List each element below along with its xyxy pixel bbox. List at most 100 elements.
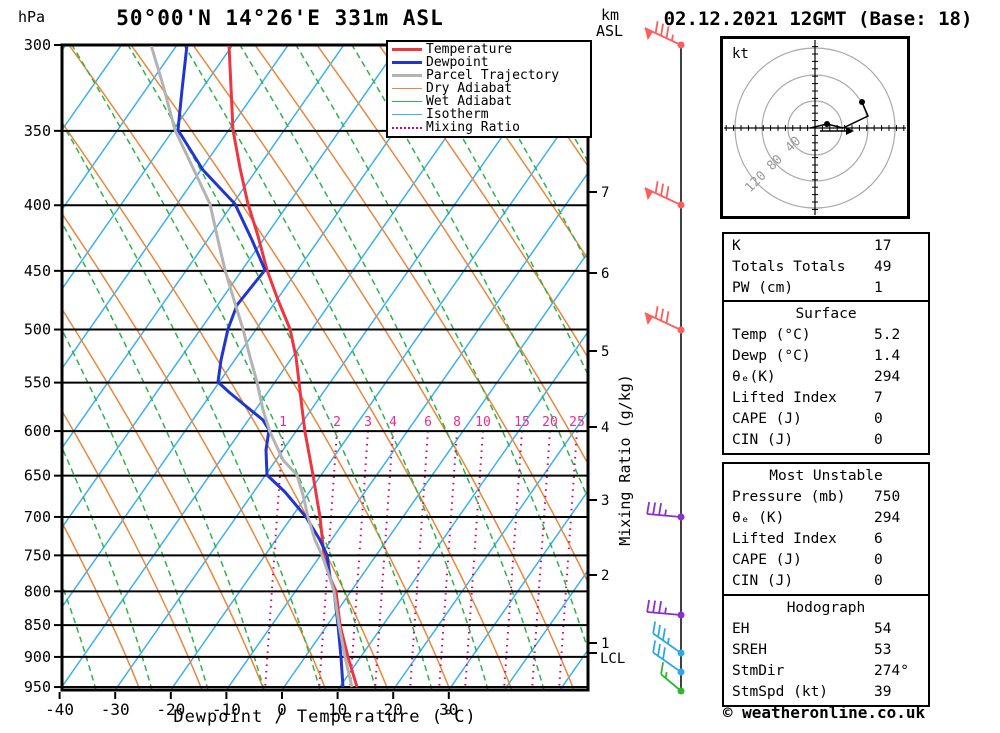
mixing-ratio-value-label: 25 [569, 415, 585, 430]
skewt-diagram: 1 2 3 4 6 8 10 15 20 2530035040045050055060065070… [24, 21, 685, 719]
pressure-tick-label: 550 [24, 374, 51, 392]
table-row-value: 5.2 [874, 327, 901, 343]
mixing-ratio-value-label: 3 [364, 415, 372, 430]
copyright-text: © weatheronline.co.uk [722, 703, 926, 722]
table-row-value: 53 [874, 642, 892, 658]
table-row-value: 0 [874, 411, 883, 427]
table-row-value: 274° [874, 663, 909, 679]
info-table: Most Unstable Pressure (mb) 750 θₑ (K) 294 Li… [722, 462, 930, 596]
wind-barb-column [644, 21, 685, 695]
table-row: StmDir 274° [724, 661, 928, 682]
wind-barb [644, 181, 685, 209]
legend-box: Temperature Dewpoint Parcel Trajectory Dry … [386, 40, 592, 138]
pressure-tick-label: 800 [24, 582, 51, 600]
legend-line-swatch [392, 61, 422, 64]
legend-item: Mixing Ratio [388, 121, 590, 134]
mixing-ratio-value-label: 20 [542, 415, 558, 430]
altitude-tick-label: 1 [601, 636, 609, 652]
table-row-value: 0 [874, 573, 883, 589]
table-row: SREH 53 [724, 640, 928, 661]
mixing-ratio-value-label: 10 [475, 415, 491, 430]
table-row-value: 294 [874, 369, 901, 385]
mixing-ratio-value-label: 6 [424, 415, 432, 430]
table-row-label: θₑ (K) [732, 510, 785, 526]
legend-line-swatch [392, 126, 422, 129]
wind-barb [644, 306, 685, 334]
table-row: θₑ(K) 294 [724, 367, 928, 388]
pressure-tick-label: 900 [24, 648, 51, 666]
pressure-tick-label: 350 [24, 122, 51, 140]
table-row-label: Lifted Index [732, 390, 837, 406]
pressure-tick-label: 450 [24, 262, 51, 280]
table-title: Most Unstable [769, 468, 883, 484]
info-table: Hodograph EH 54 SREH 53 StmDir 274° StmSpd (kt)… [722, 594, 930, 707]
table-row-label: StmDir [732, 663, 785, 679]
mixing-ratio-value-label: 8 [453, 415, 461, 430]
table-row-value: 7 [874, 390, 883, 406]
pressure-tick-label: 600 [24, 422, 51, 440]
legend-line-swatch [392, 48, 422, 51]
mixing-ratio-axis-label: Mixing Ratio (g/kg) [616, 374, 634, 546]
altitude-tick-label: 2 [601, 568, 609, 584]
table-title: Hodograph [786, 600, 866, 616]
table-row: Dewp (°C) 1.4 [724, 346, 928, 367]
altitude-tick-label: 5 [601, 344, 609, 360]
info-table: K 17 Totals Totals 49 PW (cm) 1 [722, 232, 930, 303]
table-row: EH 54 [724, 619, 928, 640]
altitude-tick-label: 4 [601, 420, 609, 436]
pressure-tick-label: 950 [24, 678, 51, 696]
pressure-tick-label: 500 [24, 321, 51, 339]
table-row-value: 6 [874, 531, 883, 547]
pressure-tick-label: 700 [24, 508, 51, 526]
table-row-label: EH [732, 621, 750, 637]
legend-line-swatch [392, 74, 422, 77]
hodograph-plot: 4080120kt [720, 36, 910, 219]
altitude-tick-label: 3 [601, 493, 609, 509]
table-row: Pressure (mb) 750 [724, 487, 928, 508]
table-row-value: 17 [874, 238, 892, 254]
table-row-value: 39 [874, 684, 892, 700]
pressure-tick-label: 750 [24, 546, 51, 564]
table-row: StmSpd (kt) 39 [724, 682, 928, 703]
mixing-ratio-lines: 1 2 3 4 6 8 10 15 20 25 [264, 415, 585, 689]
table-row-value: 0 [874, 432, 883, 448]
pressure-tick-label: 650 [24, 467, 51, 485]
legend-item: Wet Adiabat [388, 95, 590, 108]
wind-barb [644, 21, 685, 49]
table-row-label: Pressure (mb) [732, 489, 846, 505]
mixing-ratio-value-label: 1 [279, 415, 287, 430]
info-table: Surface Temp (°C) 5.2 Dewp (°C) 1.4 θₑ(K) 294 L… [722, 300, 930, 455]
legend-item: Temperature [388, 43, 590, 56]
pressure-tick-label: 850 [24, 616, 51, 634]
table-row-label: K [732, 238, 741, 254]
table-row-label: CAPE (J) [732, 411, 802, 427]
table-row-label: CIN (J) [732, 432, 794, 448]
table-row: CIN (J) 0 [724, 430, 928, 451]
table-row-value: 1 [874, 280, 883, 296]
table-row-value: 54 [874, 621, 892, 637]
table-row: CIN (J) 0 [724, 571, 928, 592]
altitude-tick-label: 7 [601, 185, 609, 201]
table-row: Temp (°C) 5.2 [724, 325, 928, 346]
table-row-label: Totals Totals [732, 259, 846, 275]
legend-line-swatch [392, 88, 422, 89]
altitude-tick-label: 6 [601, 266, 609, 282]
legend-line-swatch [392, 101, 422, 102]
table-row-value: 750 [874, 489, 901, 505]
table-title: Surface [795, 306, 857, 322]
wind-barb [646, 599, 685, 619]
wind-barb [652, 621, 685, 657]
table-row-label: StmSpd (kt) [732, 684, 829, 700]
legend-item-label: Mixing Ratio [426, 120, 520, 135]
table-row: θₑ (K) 294 [724, 508, 928, 529]
wind-barb [646, 501, 685, 521]
mixing-ratio-value-label: 4 [389, 415, 397, 430]
table-row-label: CAPE (J) [732, 552, 802, 568]
hodograph-unit-label: kt [732, 46, 749, 62]
wind-barb [652, 640, 685, 676]
table-row: PW (cm) 1 [724, 278, 928, 299]
table-row: Lifted Index 6 [724, 529, 928, 550]
lcl-label: LCL [600, 651, 625, 667]
table-row-label: Dewp (°C) [732, 348, 811, 364]
mixing-ratio-value-label: 2 [333, 415, 341, 430]
